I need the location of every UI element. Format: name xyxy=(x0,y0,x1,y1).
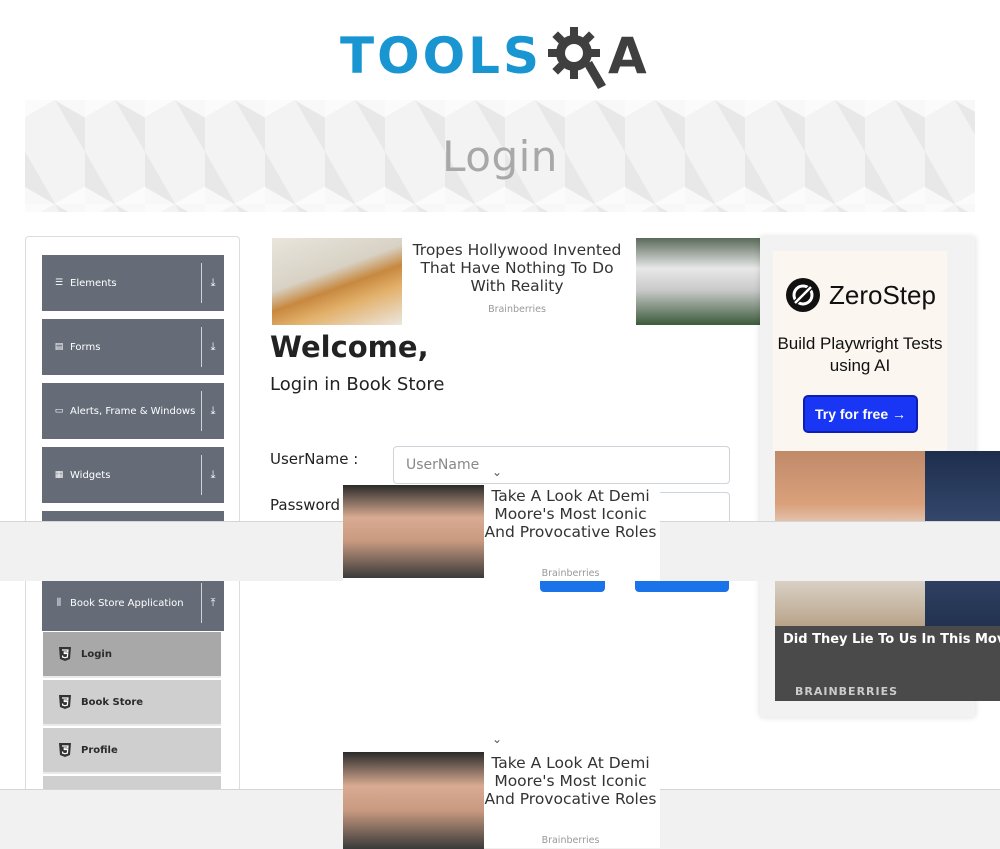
chevron-down-icon[interactable]: ⌄ xyxy=(492,732,502,746)
sidebar-item-label: Book Store xyxy=(81,696,144,708)
ad-title: Tropes Hollywood Invented That Have Noth… xyxy=(412,241,622,295)
top-ad[interactable]: Tropes Hollywood Invented That Have Noth… xyxy=(272,238,760,325)
page-banner: Login xyxy=(25,100,975,212)
download-icon: ⤓ xyxy=(210,404,216,417)
download-icon: ⤓ xyxy=(210,340,216,353)
sidebar-item-login[interactable]: Login xyxy=(43,632,221,678)
password-label: Password xyxy=(270,496,341,514)
page-title: Login xyxy=(442,131,558,181)
list-icon: ☰ xyxy=(54,278,64,288)
ad-title: Take A Look At Demi Moore's Most Iconic … xyxy=(484,487,657,541)
movie-ad-source: BRAINBERRIES xyxy=(795,685,899,698)
zerostep-logo: ZeroStep xyxy=(785,277,936,313)
upload-icon: ⤒ xyxy=(210,596,216,609)
logo-text-tools: TOOLS xyxy=(340,27,542,85)
sidebar-group-label: Book Store Application xyxy=(70,597,184,609)
right-ad[interactable]: ZeroStep Build Playwright Tests using AI… xyxy=(760,237,1000,717)
download-icon: ⤓ xyxy=(210,276,216,289)
sidebar-group-label: Alerts, Frame & Windows xyxy=(70,405,196,417)
popup-ad[interactable]: Take A Look At Demi Moore's Most Iconic … xyxy=(343,485,660,581)
username-input[interactable] xyxy=(393,446,730,484)
gear-icon xyxy=(548,27,606,89)
page: TOOLS A Login ☰ Elements ⤓ ▤ Forms ⤓ ▭ A… xyxy=(0,0,1000,849)
movie-ad-caption: Did They Lie To Us In This Movie xyxy=(783,632,1000,647)
sidebar-group-elements[interactable]: ☰ Elements ⤓ xyxy=(42,255,224,311)
books-icon: ⫼ xyxy=(56,598,62,608)
sidebar-group-alerts[interactable]: ▭ Alerts, Frame & Windows ⤓ xyxy=(42,383,224,439)
sidebar-item-profile[interactable]: Profile xyxy=(43,728,221,774)
window-icon: ▭ xyxy=(54,406,64,416)
login-subheading: Login in Book Store xyxy=(270,374,445,395)
html5-icon xyxy=(59,743,71,757)
form-icon: ▤ xyxy=(54,342,64,352)
ad-source: Brainberries xyxy=(488,304,546,315)
try-for-free-button[interactable]: Try for free → xyxy=(803,395,918,433)
username-label: UserName : xyxy=(270,450,359,468)
ad-title: Take A Look At Demi Moore's Most Iconic … xyxy=(484,754,657,808)
zerostep-ad[interactable]: ZeroStep Build Playwright Tests using AI… xyxy=(773,251,947,451)
popup-ad[interactable]: Take A Look At Demi Moore's Most Iconic … xyxy=(343,752,660,849)
grid-icon: ▦ xyxy=(54,470,64,480)
ad-image-demi-moore xyxy=(343,752,484,849)
chevron-down-icon[interactable]: ⌄ xyxy=(492,465,502,479)
zerostep-tagline: Build Playwright Tests using AI xyxy=(777,334,943,375)
zerostep-icon xyxy=(786,278,820,312)
sidebar-group-widgets[interactable]: ▦ Widgets ⤓ xyxy=(42,447,224,503)
zerostep-name: ZeroStep xyxy=(829,279,936,310)
welcome-heading: Welcome, xyxy=(270,330,429,364)
ad-image-demi-moore xyxy=(343,485,484,578)
ad-source: Brainberries xyxy=(541,568,600,579)
html5-icon xyxy=(59,647,71,661)
ad-image-dress xyxy=(636,238,760,325)
sidebar-group-label: Forms xyxy=(70,341,101,353)
toolsqa-logo[interactable]: TOOLS A xyxy=(340,20,666,92)
sidebar-group-label: Elements xyxy=(70,277,117,289)
sidebar-group-label: Widgets xyxy=(70,469,111,481)
ad-source: Brainberries xyxy=(541,835,600,846)
sidebar-item-label: Login xyxy=(81,648,112,660)
ad-image-dog xyxy=(272,238,402,325)
sidebar-item-book-store[interactable]: Book Store xyxy=(43,680,221,726)
sidebar-group-book-store-application[interactable]: ⫼ Book Store Application ⤒ xyxy=(42,575,224,631)
sidebar-group-forms[interactable]: ▤ Forms ⤓ xyxy=(42,319,224,375)
logo-text-a: A xyxy=(608,27,647,85)
html5-icon xyxy=(59,695,71,709)
download-icon: ⤓ xyxy=(210,468,216,481)
sidebar-item-label: Profile xyxy=(81,744,118,756)
